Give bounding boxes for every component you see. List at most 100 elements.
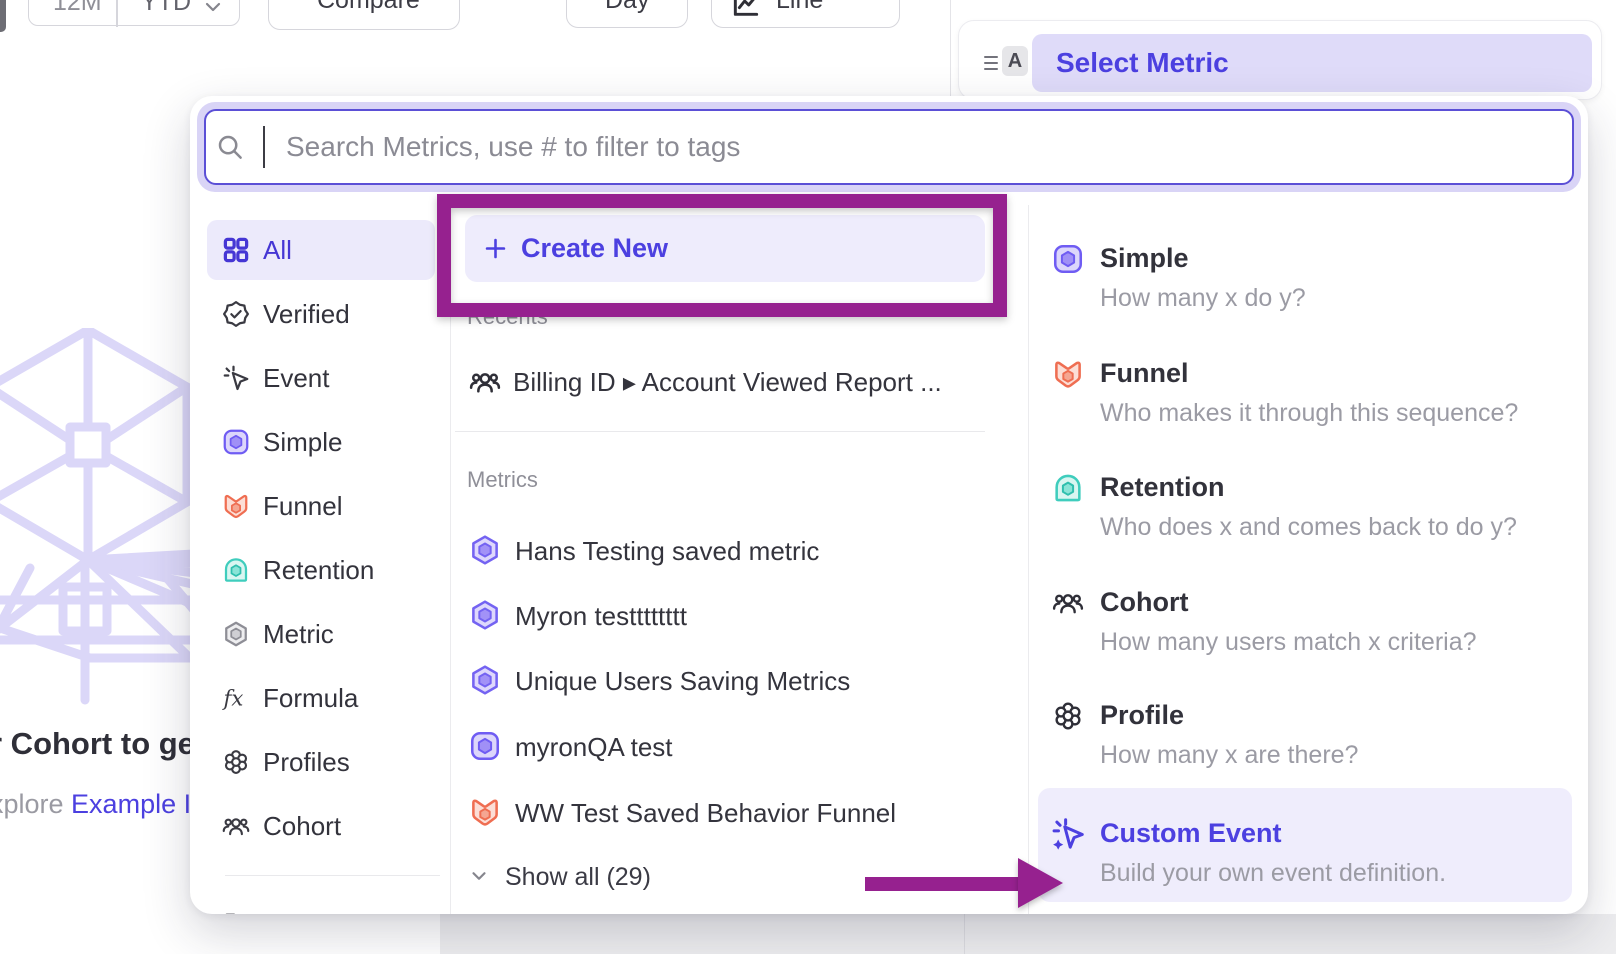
type-row-funnel[interactable]: Funnel Who makes it through this sequenc… bbox=[1100, 357, 1518, 428]
type-desc: How many x are there? bbox=[1100, 740, 1358, 770]
sidebar-item-label: Cohort bbox=[263, 811, 341, 842]
metric-list-item[interactable]: myronQA test bbox=[455, 717, 995, 775]
annotation-highlight-box bbox=[437, 194, 1007, 317]
sidebar-item-profiles[interactable]: Profiles bbox=[207, 732, 435, 792]
empty-state-explore-line: xplore Example I bbox=[0, 789, 191, 820]
screenshot-stage: 12M YTD Compare Day Line bbox=[0, 0, 1616, 954]
search-input[interactable] bbox=[204, 109, 1574, 185]
select-metric-pill[interactable]: Select Metric bbox=[1032, 34, 1592, 92]
range-ytd-button[interactable]: YTD bbox=[141, 0, 191, 17]
line-chart-icon bbox=[730, 0, 762, 21]
metric-list-item[interactable]: Unique Users Saving Metrics bbox=[455, 651, 995, 709]
simple-icon bbox=[1051, 242, 1085, 276]
text-cursor bbox=[263, 126, 265, 168]
type-title: Simple bbox=[1100, 242, 1306, 274]
type-title: Retention bbox=[1100, 471, 1517, 503]
sidebar-item-label: Profiles bbox=[263, 747, 350, 778]
type-desc: Who does x and comes back to do y? bbox=[1100, 512, 1517, 542]
retention-icon bbox=[1051, 471, 1085, 505]
formula-icon: fx bbox=[221, 683, 251, 713]
chevron-down-icon bbox=[201, 0, 225, 19]
sidebar-item-all[interactable]: All bbox=[207, 220, 435, 280]
type-row-profile[interactable]: Profile How many x are there? bbox=[1100, 699, 1358, 770]
metric-item-label: Hans Testing saved metric bbox=[515, 537, 819, 565]
sidebar-item-funnel[interactable]: Funnel bbox=[207, 476, 435, 536]
segment-divider bbox=[116, 0, 118, 27]
sidebar-item-formula[interactable]: fx Formula bbox=[207, 668, 435, 728]
annotation-arrow bbox=[865, 877, 1018, 891]
types-panel-divider bbox=[1028, 205, 1029, 914]
metric-list-item[interactable]: Hans Testing saved metric bbox=[455, 521, 995, 579]
sidebar-item-event[interactable]: Event bbox=[207, 348, 435, 408]
profiles-icon bbox=[1051, 699, 1085, 733]
sidebar-item-retention[interactable]: Retention bbox=[207, 540, 435, 600]
type-desc: How many users match x criteria? bbox=[1100, 627, 1477, 657]
type-row-custom-event[interactable]: Custom Event Build your own event defini… bbox=[1100, 817, 1446, 888]
metrics-section-label: Metrics bbox=[467, 469, 538, 491]
page-column-divider bbox=[950, 0, 951, 96]
cohort-icon bbox=[1051, 586, 1085, 620]
sidebar-item-label: Funnel bbox=[263, 491, 343, 522]
type-title: Profile bbox=[1100, 699, 1358, 731]
custom-event-icon bbox=[1049, 815, 1087, 853]
sidebar-item-tags[interactable]: Tags bbox=[207, 894, 435, 914]
sidebar-item-label: All bbox=[263, 235, 292, 266]
funnel-icon bbox=[1051, 357, 1085, 391]
funnel-icon bbox=[221, 491, 251, 521]
event-cursor-icon bbox=[221, 363, 251, 393]
sidebar-item-cohort[interactable]: Cohort bbox=[207, 796, 435, 856]
show-all-toggle[interactable]: Show all (29) bbox=[455, 854, 755, 898]
type-row-cohort[interactable]: Cohort How many users match x criteria? bbox=[1100, 586, 1477, 657]
annotation-arrowhead-icon bbox=[1018, 858, 1063, 908]
sidebar-item-label: Simple bbox=[263, 427, 342, 458]
type-row-simple[interactable]: Simple How many x do y? bbox=[1100, 242, 1306, 313]
svg-text:fx: fx bbox=[222, 687, 244, 712]
metric-list-item[interactable]: WW Test Saved Behavior Funnel bbox=[455, 783, 995, 841]
metric-hexagon-icon bbox=[468, 533, 502, 567]
show-all-label: Show all (29) bbox=[505, 863, 651, 892]
drag-handle-icon[interactable] bbox=[982, 52, 1000, 74]
select-metric-label: Select Metric bbox=[1056, 47, 1229, 79]
type-title: Custom Event bbox=[1100, 817, 1446, 849]
recent-item-row[interactable]: Billing ID ▸ Account Viewed Report ... bbox=[455, 354, 995, 408]
grid-icon bbox=[221, 235, 251, 265]
sidebar-bottom-divider bbox=[225, 875, 440, 876]
tag-icon bbox=[221, 909, 251, 914]
date-range-segmented-control[interactable]: 12M YTD bbox=[28, 0, 240, 26]
line-chart-type-button[interactable]: Line bbox=[711, 0, 900, 28]
sidebar-item-metric[interactable]: Metric bbox=[207, 604, 435, 664]
funnel-icon bbox=[468, 795, 502, 829]
cohort-icon bbox=[468, 365, 502, 399]
sidebar-item-label: Event bbox=[263, 363, 330, 394]
table-column-divider bbox=[964, 914, 965, 954]
report-table-area bbox=[440, 914, 1616, 954]
sidebar-item-simple[interactable]: Simple bbox=[207, 412, 435, 472]
sidebar-item-label: Verified bbox=[263, 299, 350, 330]
simple-icon bbox=[221, 427, 251, 457]
metric-item-label: Myron testttttttt bbox=[515, 602, 687, 630]
metric-item-label: WW Test Saved Behavior Funnel bbox=[515, 799, 896, 827]
type-title: Cohort bbox=[1100, 586, 1477, 618]
compare-button[interactable]: Compare bbox=[268, 0, 460, 30]
day-granularity-button[interactable]: Day bbox=[566, 0, 688, 28]
sidebar-item-verified[interactable]: Verified bbox=[207, 284, 435, 344]
metric-list-item[interactable]: Myron testttttttt bbox=[455, 586, 995, 644]
retention-icon bbox=[221, 555, 251, 585]
profiles-icon bbox=[221, 747, 251, 777]
range-12m-button[interactable]: 12M bbox=[53, 0, 102, 17]
metric-hexagon-icon bbox=[221, 619, 251, 649]
explore-text-fragment: xplore bbox=[0, 789, 71, 819]
recent-item-label: Billing ID ▸ Account Viewed Report ... bbox=[513, 368, 942, 396]
metric-hexagon-icon bbox=[468, 598, 502, 632]
cut-off-control-fragment bbox=[0, 0, 6, 32]
example-reports-link[interactable]: Example I bbox=[71, 789, 191, 819]
cohort-icon bbox=[221, 811, 251, 841]
type-desc: Who makes it through this sequence? bbox=[1100, 398, 1518, 428]
metric-item-label: Unique Users Saving Metrics bbox=[515, 667, 850, 695]
day-label: Day bbox=[605, 0, 649, 15]
sidebar-item-label: Metric bbox=[263, 619, 334, 650]
type-title: Funnel bbox=[1100, 357, 1518, 389]
type-row-retention[interactable]: Retention Who does x and comes back to d… bbox=[1100, 471, 1517, 542]
chevron-down-icon bbox=[468, 865, 490, 887]
metric-hexagon-icon bbox=[468, 663, 502, 697]
